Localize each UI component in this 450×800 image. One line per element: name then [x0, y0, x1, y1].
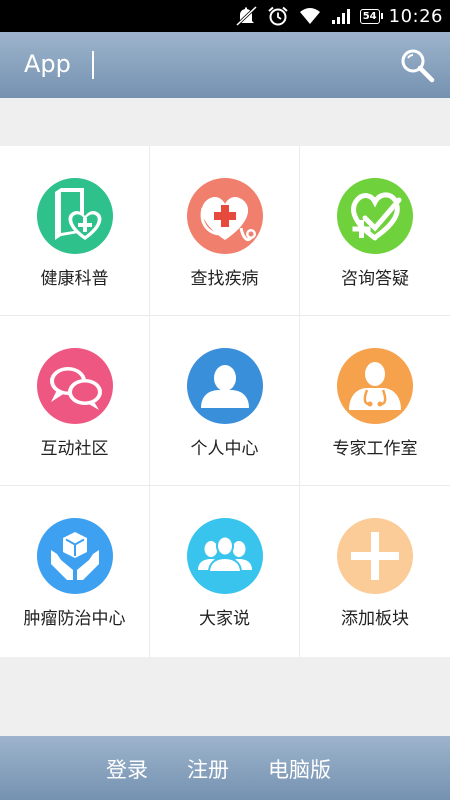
search-icon[interactable] — [398, 46, 436, 84]
person-icon — [187, 348, 263, 424]
grid-item-label: 大家说 — [199, 609, 250, 629]
battery-icon: 54 — [359, 8, 383, 24]
header-divider — [92, 51, 94, 79]
grid-item-everyone-says[interactable]: 大家说 — [150, 486, 300, 657]
feature-grid: 健康科普 查找疾病 咨询答疑 互动社区 个人中心 专家工作室 肿瘤防治中心 大家… — [0, 146, 450, 657]
register-link[interactable]: 注册 — [187, 754, 229, 784]
mute-icon — [235, 6, 257, 26]
hands-cube-icon — [37, 518, 113, 594]
health-book-icon — [37, 178, 113, 254]
doctor-icon — [337, 348, 413, 424]
status-bar: 54 10:26 — [0, 0, 450, 32]
stethoscope-heart-icon — [187, 178, 263, 254]
grid-item-personal-center[interactable]: 个人中心 — [150, 316, 300, 486]
grid-item-health-education[interactable]: 健康科普 — [0, 146, 150, 316]
add-icon — [337, 518, 413, 594]
grid-item-label: 咨询答疑 — [341, 269, 409, 289]
heart-plus-icon — [337, 178, 413, 254]
people-group-icon — [187, 518, 263, 594]
chat-bubbles-icon — [37, 348, 113, 424]
clock: 10:26 — [388, 5, 443, 27]
grid-item-expert-studio[interactable]: 专家工作室 — [300, 316, 450, 486]
grid-item-label: 专家工作室 — [332, 439, 418, 459]
grid-item-label: 肿瘤防治中心 — [23, 609, 126, 629]
grid-item-oncology-center[interactable]: 肿瘤防治中心 — [0, 486, 150, 657]
app-title: App — [24, 50, 71, 78]
grid-item-label: 查找疾病 — [190, 269, 259, 289]
grid-item-label: 互动社区 — [40, 439, 109, 459]
footer-bar: 登录 注册 电脑版 — [0, 736, 450, 800]
grid-item-community[interactable]: 互动社区 — [0, 316, 150, 486]
grid-item-label: 个人中心 — [190, 439, 259, 459]
grid-item-find-disease[interactable]: 查找疾病 — [150, 146, 300, 316]
alarm-icon — [268, 6, 288, 26]
grid-item-label: 健康科普 — [40, 269, 109, 289]
app-header: App — [0, 32, 450, 98]
login-link[interactable]: 登录 — [106, 754, 148, 784]
signal-icon — [331, 9, 350, 24]
grid-item-consultation[interactable]: 咨询答疑 — [300, 146, 450, 316]
wifi-icon — [299, 8, 320, 24]
desktop-version-link[interactable]: 电脑版 — [268, 754, 331, 784]
grid-item-label: 添加板块 — [341, 609, 409, 629]
grid-item-add-section[interactable]: 添加板块 — [300, 486, 450, 657]
